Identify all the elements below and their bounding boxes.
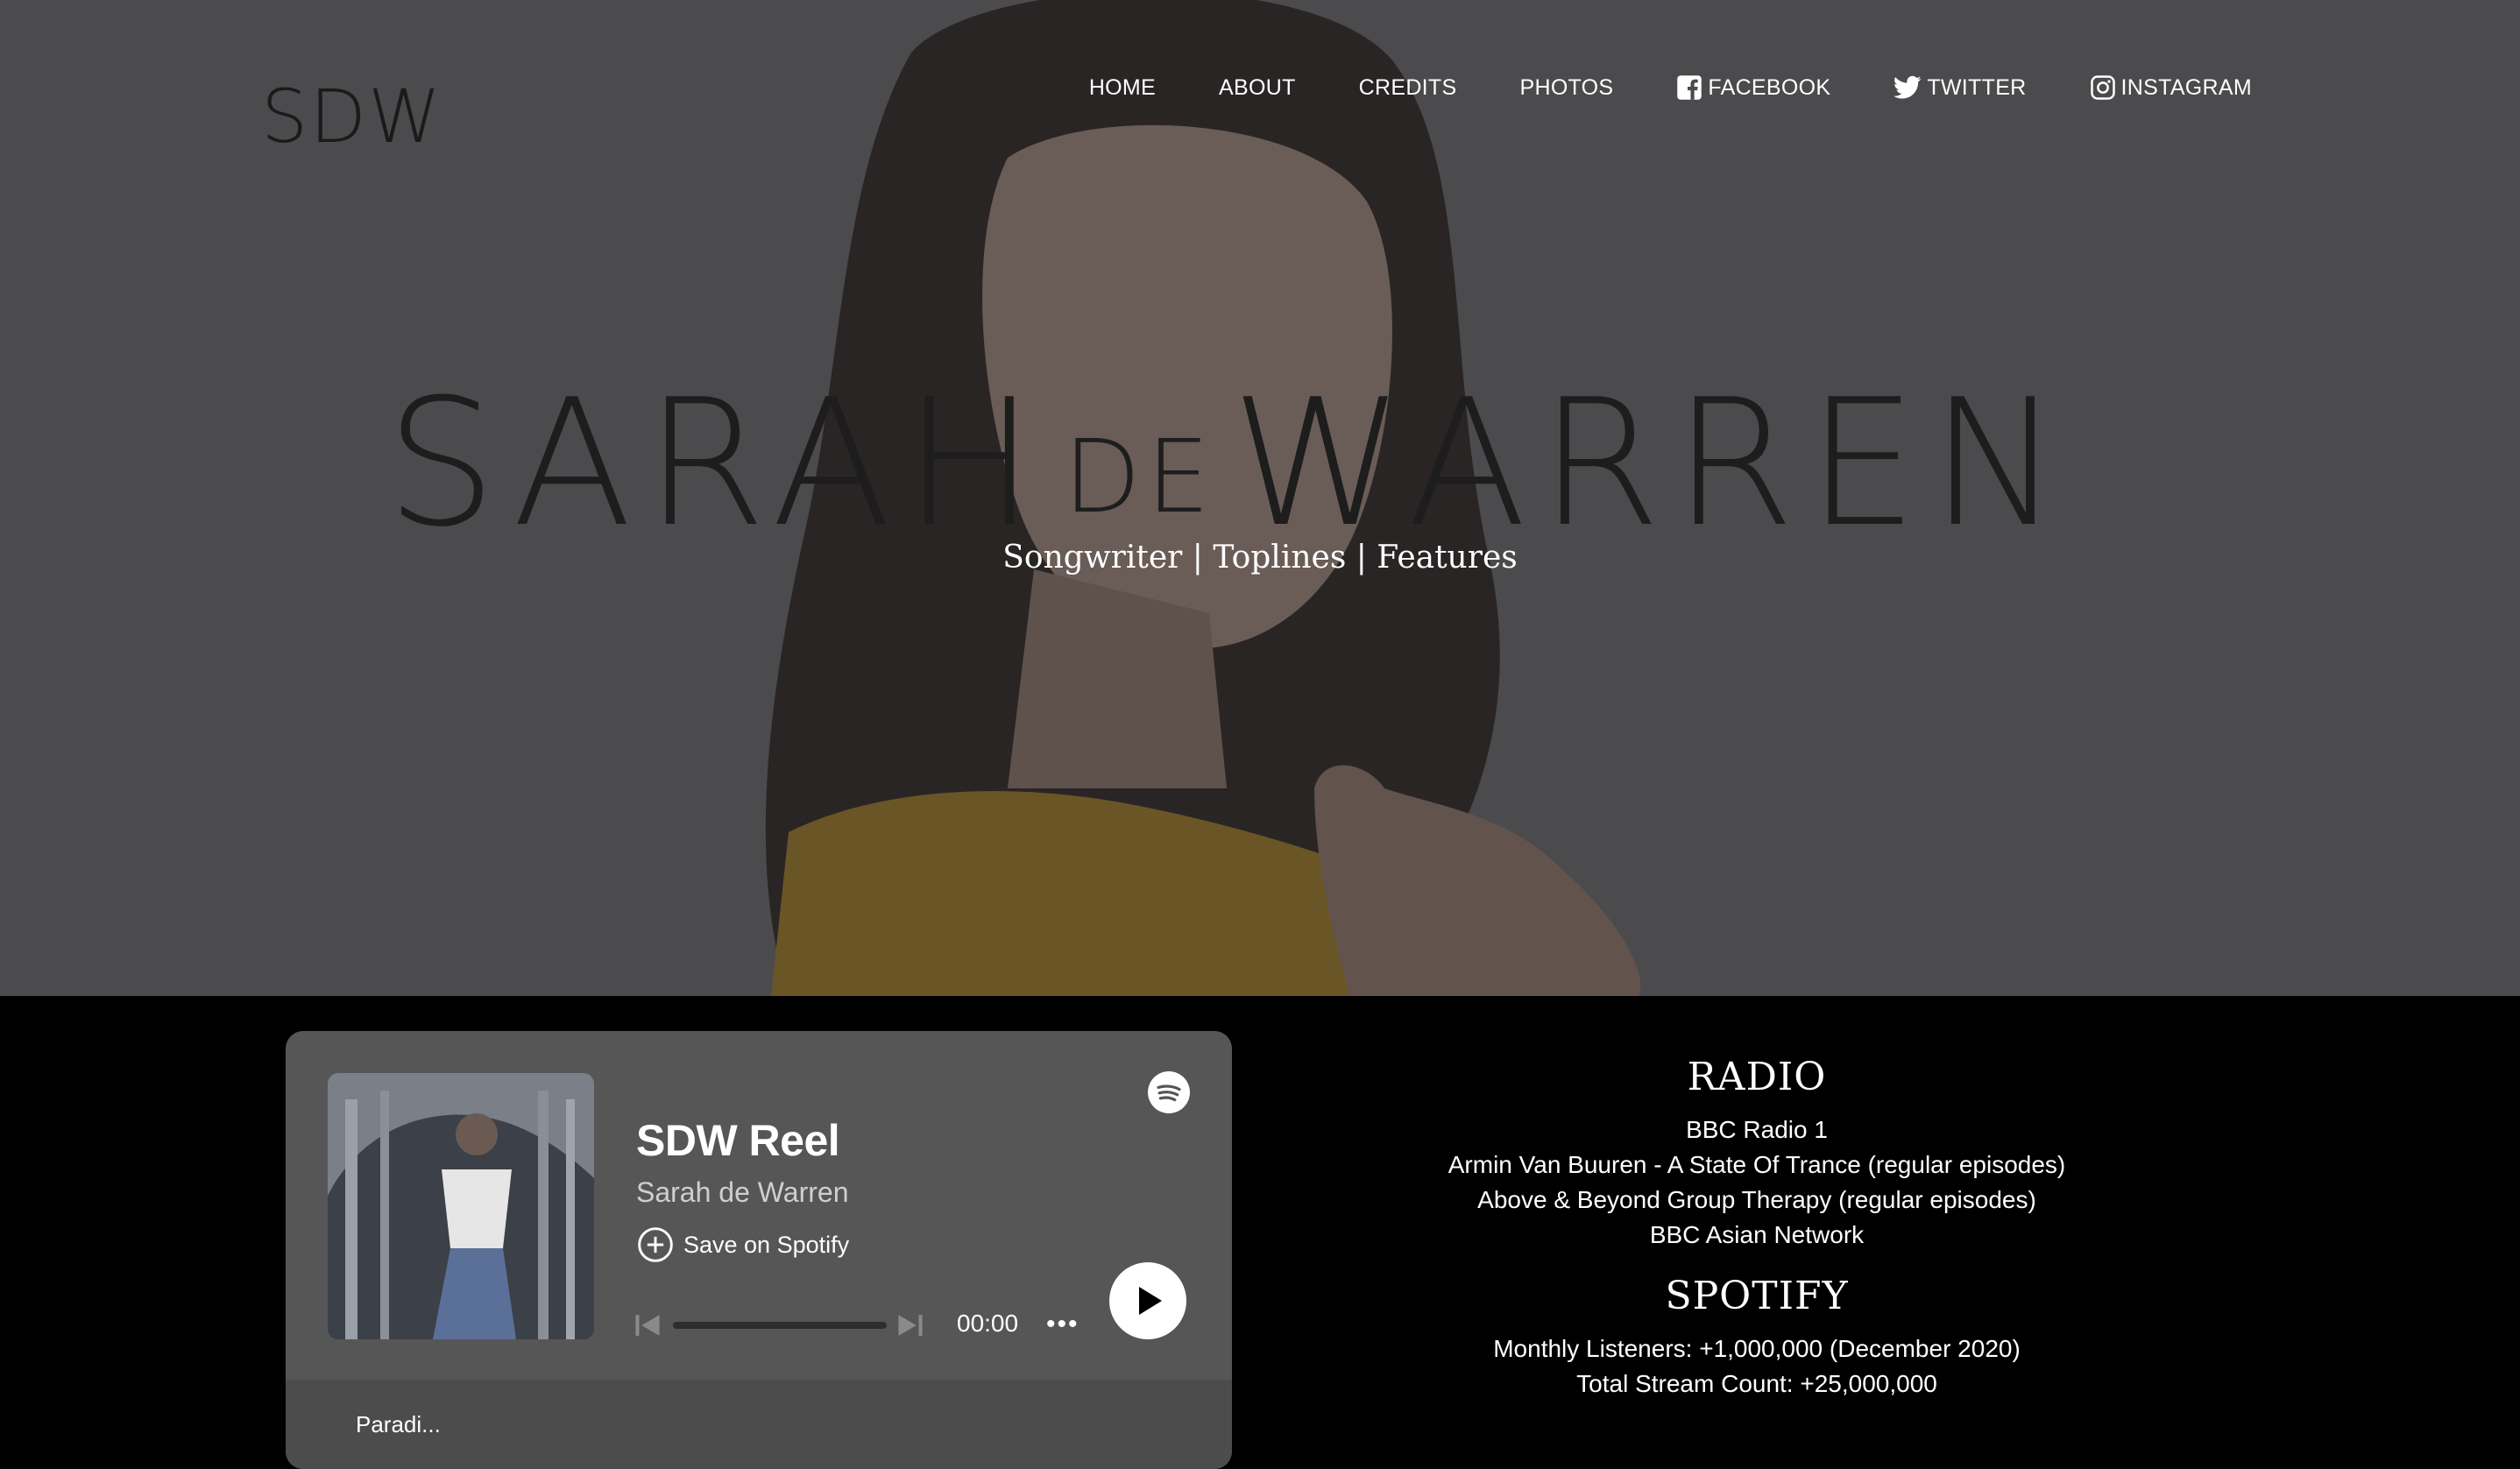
skip-next-icon[interactable] [895,1310,925,1345]
tracklist-first-item[interactable]: Paradi... [356,1411,441,1438]
nav-home[interactable]: HOME [1089,75,1156,101]
spotify-embed-player: SDW Reel Sarah de Warren Save on Spotify… [286,1031,1232,1469]
hero-title: SARAH DEWARREN [386,377,2138,552]
nav-credits-label: CREDITS [1358,74,1457,100]
nav-credits[interactable]: CREDITS [1359,75,1457,101]
facebook-icon [1676,74,1702,101]
hero-title-first: SARAH [386,362,1048,566]
nav-photos-label: PHOTOS [1519,74,1614,100]
radio-item: BBC Asian Network [1649,1221,1865,1248]
twitter-icon [1894,75,1922,100]
hero-section: SDW HOME ABOUT CREDITS PHOTOS FACEBOOK T… [0,0,2520,996]
play-button[interactable] [1109,1262,1186,1339]
spotify-heading: SPOTIFY [1665,1274,1849,1318]
more-options-button[interactable]: ••• [1046,1310,1079,1339]
nav-twitter[interactable]: TWITTER [1894,75,2026,101]
nav-home-label: HOME [1088,74,1157,100]
nav-instagram[interactable]: INSTAGRAM [2090,74,2252,101]
album-cover[interactable] [328,1073,594,1339]
spotify-stat: Total Stream Count: +25,000,000 [1576,1370,1937,1397]
radio-item: Above & Beyond Group Therapy (regular ep… [1477,1186,2036,1213]
spotify-logo-icon[interactable] [1148,1071,1190,1113]
site-logo[interactable]: SDW [261,77,441,156]
playback-progress-bar[interactable] [673,1322,887,1329]
playback-time: 00:00 [957,1310,1019,1337]
radio-heading: RADIO [1687,1055,1827,1099]
save-on-spotify-button[interactable]: Save on Spotify [636,1224,849,1266]
nav-instagram-label: INSTAGRAM [2120,74,2252,100]
track-title[interactable]: SDW Reel [636,1115,840,1166]
add-circle-icon [638,1227,673,1262]
nav-about-label: ABOUT [1219,74,1296,100]
radio-item: Armin Van Buuren - A State Of Trance (re… [1448,1151,2066,1178]
save-on-spotify-label: Save on Spotify [683,1231,850,1258]
main-nav: HOME ABOUT CREDITS PHOTOS FACEBOOK TWITT… [1026,68,2252,107]
hero-title-de: DE [1063,419,1215,536]
nav-twitter-label: TWITTER [1927,74,2027,100]
instagram-icon [2090,74,2116,101]
hero-title-last: WARREN [1230,362,2074,566]
nav-facebook-label: FACEBOOK [1708,74,1831,100]
nav-about[interactable]: ABOUT [1219,75,1296,101]
nav-facebook[interactable]: FACEBOOK [1676,74,1830,101]
stats-section: RADIO BBC Radio 1 Armin Van Buuren - A S… [1367,1042,2147,1402]
skip-previous-icon[interactable] [633,1310,662,1345]
radio-item: BBC Radio 1 [1686,1116,1828,1143]
play-icon [1139,1287,1162,1315]
nav-photos[interactable]: PHOTOS [1519,75,1613,101]
track-artist[interactable]: Sarah de Warren [636,1176,848,1209]
tracklist-strip[interactable]: Paradi... [286,1380,1232,1469]
spotify-stat: Monthly Listeners: +1,000,000 (December … [1493,1335,2021,1362]
hero-subtitle: Songwriter | Toplines | Features [1002,540,1518,576]
